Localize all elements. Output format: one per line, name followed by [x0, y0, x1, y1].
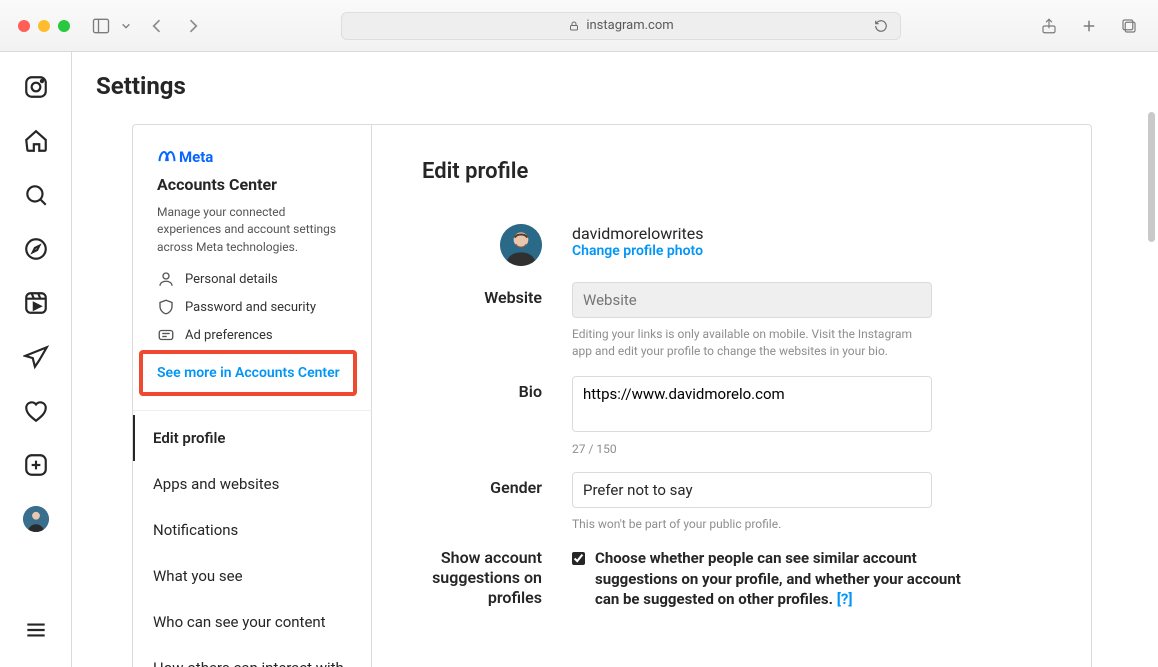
megaphone-icon	[157, 326, 175, 344]
chevron-down-icon[interactable]	[120, 15, 132, 37]
gender-label: Gender	[422, 472, 542, 533]
see-more-accounts-center-link[interactable]: See more in Accounts Center	[157, 364, 341, 382]
panel-heading: Edit profile	[422, 159, 1041, 184]
change-profile-photo-link[interactable]: Change profile photo	[572, 243, 932, 259]
home-icon[interactable]	[23, 128, 49, 154]
menu-item-what-you-see[interactable]: What you see	[133, 553, 371, 599]
instagram-logo-icon[interactable]	[23, 74, 49, 100]
menu-item-edit-profile[interactable]: Edit profile	[133, 415, 371, 461]
meta-logo: Meta	[157, 147, 347, 167]
settings-menu: Edit profile Apps and websites Notificat…	[133, 410, 371, 667]
gender-select[interactable]: Prefer not to say	[572, 472, 932, 508]
notifications-icon[interactable]	[23, 398, 49, 424]
page-title: Settings	[72, 52, 1158, 100]
messages-icon[interactable]	[23, 344, 49, 370]
ac-item-label: Ad preferences	[185, 328, 273, 343]
suggestions-label: Show account suggestions on profiles	[422, 548, 542, 609]
minimize-window-button[interactable]	[38, 20, 50, 32]
maximize-window-button[interactable]	[58, 20, 70, 32]
sidebar-toggle-icon[interactable]	[90, 15, 112, 37]
person-icon	[157, 270, 175, 288]
main-content: Settings Meta Accounts Center Manage you…	[72, 52, 1158, 667]
back-button[interactable]	[146, 15, 168, 37]
website-input	[572, 282, 932, 318]
suggestions-help-link[interactable]: [?]	[837, 590, 853, 608]
more-menu-icon[interactable]	[23, 617, 49, 643]
edit-profile-panel: Edit profile davidmorelowrites Change pr…	[372, 124, 1092, 667]
ac-item-label: Personal details	[185, 272, 278, 287]
profile-avatar-small[interactable]	[23, 506, 49, 532]
search-icon[interactable]	[23, 182, 49, 208]
new-tab-icon[interactable]	[1078, 15, 1100, 37]
scrollbar[interactable]	[1148, 112, 1155, 242]
reels-icon[interactable]	[23, 290, 49, 316]
instagram-nav-rail	[0, 52, 72, 667]
lock-icon	[568, 20, 580, 32]
username-text: davidmorelowrites	[572, 224, 932, 243]
bio-char-counter: 27 / 150	[572, 442, 932, 456]
bio-label: Bio	[422, 376, 542, 456]
suggestions-checkbox[interactable]	[572, 551, 585, 566]
reload-icon[interactable]	[870, 15, 892, 37]
website-helper-text: Editing your links is only available on …	[572, 326, 927, 360]
bio-textarea[interactable]	[572, 376, 932, 432]
window-controls	[18, 20, 70, 32]
ac-item-personal-details[interactable]: Personal details	[157, 270, 347, 288]
settings-sidebar: Meta Accounts Center Manage your connect…	[132, 124, 372, 667]
menu-item-apps-websites[interactable]: Apps and websites	[133, 461, 371, 507]
highlighted-callout: See more in Accounts Center	[139, 350, 357, 396]
website-label: Website	[422, 282, 542, 360]
shield-icon	[157, 298, 175, 316]
menu-item-who-can-see[interactable]: Who can see your content	[133, 599, 371, 645]
menu-item-notifications[interactable]: Notifications	[133, 507, 371, 553]
ac-item-password-security[interactable]: Password and security	[157, 298, 347, 316]
address-bar[interactable]: instagram.com	[341, 12, 901, 40]
browser-chrome: instagram.com	[0, 0, 1158, 52]
create-icon[interactable]	[23, 452, 49, 478]
accounts-center-desc: Manage your connected experiences and ac…	[157, 204, 347, 256]
ac-item-ad-preferences[interactable]: Ad preferences	[157, 326, 347, 344]
tabs-overview-icon[interactable]	[1118, 15, 1140, 37]
explore-icon[interactable]	[23, 236, 49, 262]
menu-item-how-others-interact[interactable]: How others can interact with	[133, 645, 371, 667]
share-icon[interactable]	[1038, 15, 1060, 37]
forward-button[interactable]	[182, 15, 204, 37]
suggestions-description: Choose whether people can see similar ac…	[595, 548, 972, 609]
accounts-center-title: Accounts Center	[157, 175, 347, 194]
profile-avatar[interactable]	[500, 224, 542, 266]
ac-item-label: Password and security	[185, 300, 316, 315]
address-bar-text: instagram.com	[586, 18, 673, 33]
gender-helper-text: This won't be part of your public profil…	[572, 516, 927, 533]
close-window-button[interactable]	[18, 20, 30, 32]
meta-logo-text: Meta	[179, 148, 213, 166]
